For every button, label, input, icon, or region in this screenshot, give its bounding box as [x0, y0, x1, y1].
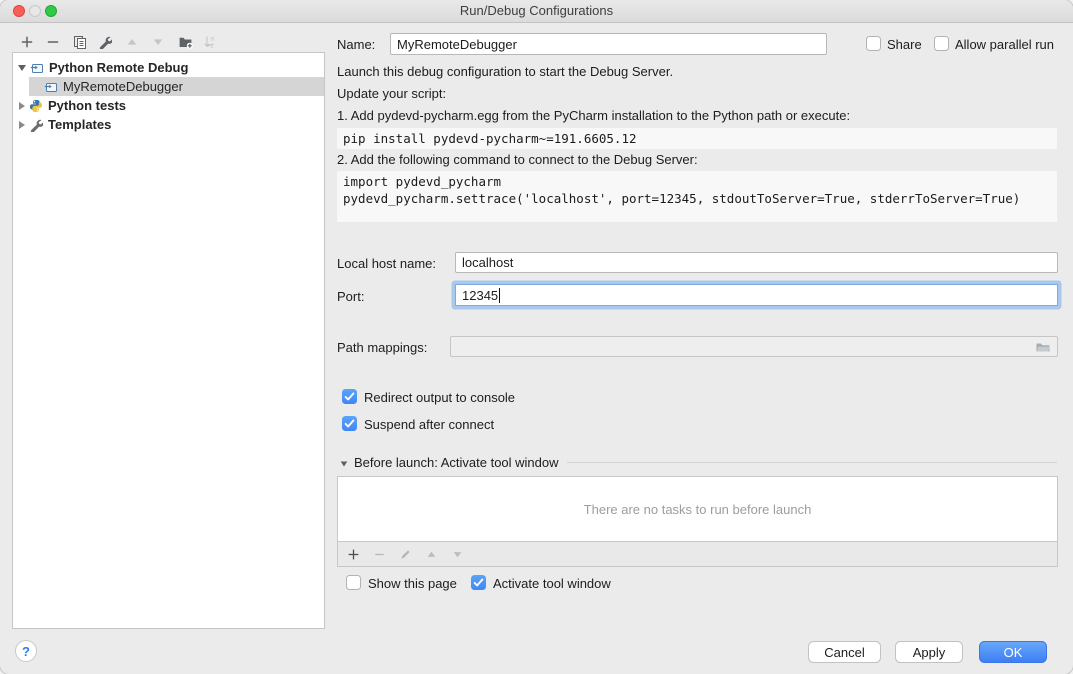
wrench-icon — [98, 35, 112, 49]
help-button[interactable]: ? — [15, 640, 37, 662]
code-line-2: pydevd_pycharm.settrace('localhost', por… — [343, 190, 1057, 207]
browse-path-mappings-button[interactable] — [1035, 339, 1051, 355]
code-line-1: import pydevd_pycharm — [343, 173, 1057, 190]
wrench-icon — [29, 118, 43, 132]
arrow-down-icon — [452, 549, 463, 560]
local-host-name-label: Local host name: — [337, 256, 436, 271]
share-checkbox[interactable] — [866, 36, 881, 51]
python-icon — [29, 99, 43, 113]
sort-az-icon: az — [203, 34, 217, 49]
suspend-after-connect-checkbox[interactable] — [342, 416, 357, 431]
minus-icon — [46, 35, 60, 49]
remote-debug-icon — [30, 61, 44, 75]
before-launch-toolbar — [337, 541, 1058, 567]
checkmark-icon — [342, 389, 357, 404]
port-input[interactable]: 12345 — [455, 284, 1058, 306]
name-input[interactable] — [390, 33, 827, 55]
arrow-up-icon — [126, 36, 138, 48]
svg-text:z: z — [211, 43, 214, 49]
collapse-arrow-icon[interactable] — [341, 461, 348, 466]
zoom-window-button[interactable] — [45, 5, 57, 17]
checkmark-icon — [342, 416, 357, 431]
move-up-button — [123, 33, 141, 50]
minus-icon — [373, 548, 386, 561]
allow-parallel-run-label[interactable]: Allow parallel run — [955, 37, 1054, 52]
new-folder-button[interactable] — [176, 33, 194, 50]
remove-configuration-button[interactable] — [44, 33, 62, 50]
local-host-name-input[interactable] — [455, 252, 1058, 273]
remove-task-button — [372, 547, 387, 562]
move-task-up-button — [424, 547, 439, 562]
arrow-down-icon — [152, 36, 164, 48]
cancel-button[interactable]: Cancel — [808, 641, 881, 663]
tree-item-templates[interactable]: Templates — [13, 115, 324, 134]
add-configuration-button[interactable] — [18, 33, 36, 50]
ok-button[interactable]: OK — [979, 641, 1047, 663]
tree-item-label: Python tests — [48, 98, 126, 113]
allow-parallel-run-checkbox[interactable] — [934, 36, 949, 51]
activate-tool-window-checkbox[interactable] — [471, 575, 486, 590]
before-launch-header[interactable]: Before launch: Activate tool window — [337, 455, 1057, 470]
before-launch-title: Before launch: Activate tool window — [354, 455, 559, 470]
plus-icon — [347, 548, 360, 561]
suspend-after-connect-label[interactable]: Suspend after connect — [364, 417, 494, 432]
remote-debug-icon — [44, 80, 58, 94]
tree-item-python-tests[interactable]: Python tests — [13, 96, 324, 115]
path-mappings-input[interactable] — [450, 336, 1058, 357]
question-mark-icon: ? — [22, 644, 30, 659]
edit-templates-button[interactable] — [96, 33, 114, 50]
update-script-text: Update your script: — [337, 86, 446, 101]
pencil-icon — [399, 548, 412, 561]
move-down-button — [149, 33, 167, 50]
tree-item-label: MyRemoteDebugger — [63, 79, 183, 94]
tree-item-python-remote-debug[interactable]: Python Remote Debug — [13, 58, 324, 77]
copy-icon — [72, 35, 86, 49]
svg-text:a: a — [211, 36, 215, 43]
configurations-tree: Python Remote Debug MyRemoteDebugger Pyt… — [12, 52, 325, 629]
close-window-button[interactable] — [13, 5, 25, 17]
intro-text: Launch this debug configuration to start… — [337, 64, 673, 79]
tree-item-label: Templates — [48, 117, 111, 132]
arrow-up-icon — [426, 549, 437, 560]
redirect-output-label[interactable]: Redirect output to console — [364, 390, 515, 405]
tree-item-label: Python Remote Debug — [49, 60, 188, 75]
path-mappings-label: Path mappings: — [337, 340, 427, 355]
window-title: Run/Debug Configurations — [0, 0, 1073, 22]
run-debug-configurations-dialog: Run/Debug Configurations az Python Remot… — [0, 0, 1073, 674]
show-this-page-checkbox[interactable] — [346, 575, 361, 590]
folder-add-icon — [178, 34, 193, 49]
checkmark-icon — [471, 575, 486, 590]
sort-configurations-button: az — [201, 33, 219, 50]
collapsed-arrow-icon[interactable] — [19, 121, 25, 129]
before-launch-task-list: There are no tasks to run before launch — [337, 476, 1058, 542]
move-task-down-button — [450, 547, 465, 562]
collapsed-arrow-icon[interactable] — [19, 102, 25, 110]
titlebar: Run/Debug Configurations — [0, 0, 1073, 23]
port-value: 12345 — [462, 288, 498, 303]
apply-button[interactable]: Apply — [895, 641, 963, 663]
settrace-code-snippet: import pydevd_pycharmpydevd_pycharm.sett… — [337, 171, 1057, 222]
show-this-page-label[interactable]: Show this page — [368, 576, 457, 591]
plus-icon — [20, 35, 34, 49]
share-label[interactable]: Share — [887, 37, 922, 52]
minimize-window-button — [29, 5, 41, 17]
step2-text: 2. Add the following command to connect … — [337, 152, 698, 167]
section-divider — [567, 462, 1057, 463]
add-task-button[interactable] — [346, 547, 361, 562]
empty-task-list-text: There are no tasks to run before launch — [584, 502, 812, 517]
pip-command-snippet: pip install pydevd-pycharm~=191.6605.12 — [337, 128, 1057, 149]
edit-task-button — [398, 547, 413, 562]
name-label: Name: — [337, 37, 375, 52]
expanded-arrow-icon[interactable] — [18, 65, 26, 71]
step1-text: 1. Add pydevd-pycharm.egg from the PyCha… — [337, 108, 850, 123]
port-label: Port: — [337, 289, 364, 304]
text-cursor — [499, 288, 500, 303]
copy-configuration-button[interactable] — [70, 33, 88, 50]
activate-tool-window-label[interactable]: Activate tool window — [493, 576, 611, 591]
tree-item-myremotedebugger[interactable]: MyRemoteDebugger — [13, 77, 324, 96]
folder-icon — [1035, 339, 1051, 355]
redirect-output-checkbox[interactable] — [342, 389, 357, 404]
